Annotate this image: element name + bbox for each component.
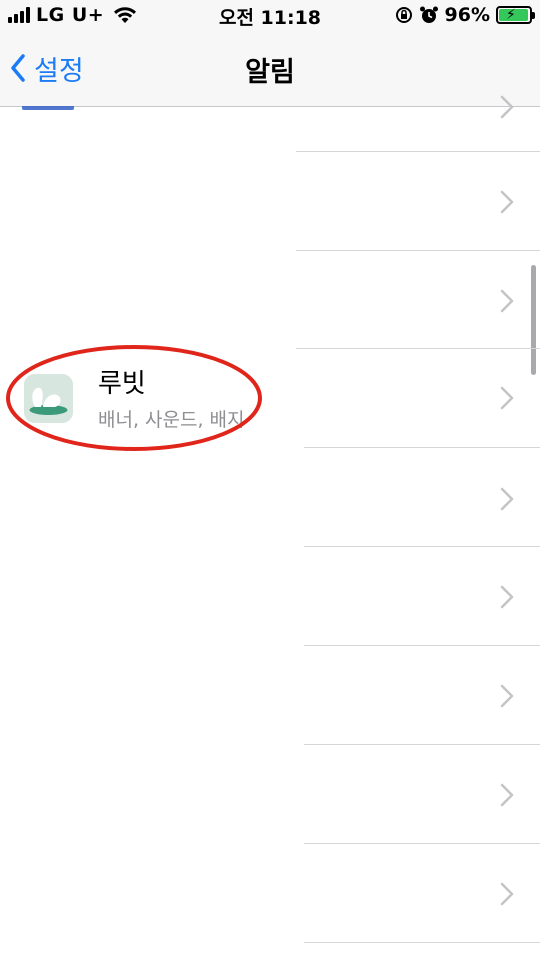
chevron-right-icon <box>500 190 514 214</box>
row-separator <box>296 151 540 152</box>
chevron-right-icon <box>500 95 514 119</box>
chevron-right-icon <box>500 487 514 511</box>
list-row[interactable] <box>0 549 540 645</box>
alarm-clock-icon <box>419 6 438 23</box>
list-row[interactable] <box>0 451 540 547</box>
row-separator <box>304 843 540 844</box>
charging-bolt-icon: ⚡ <box>506 7 516 23</box>
list-row[interactable] <box>0 154 540 250</box>
battery-percentage: 96% <box>444 4 490 26</box>
app-name: 루빗 <box>98 369 146 399</box>
status-bar: LG U+ 오전 11:18 96% ⚡ <box>0 0 540 30</box>
list-row[interactable] <box>0 846 540 942</box>
list-row[interactable] <box>0 648 540 744</box>
row-separator <box>304 447 540 448</box>
orientation-lock-icon <box>395 7 412 23</box>
list-row[interactable] <box>0 747 540 843</box>
chevron-right-icon <box>500 585 514 609</box>
app-row-rubit[interactable]: 루빗 배너, 사운드, 배지 <box>0 349 540 447</box>
chevron-right-icon <box>500 783 514 807</box>
battery-icon: ⚡ <box>496 6 535 24</box>
row-separator <box>304 942 540 943</box>
scroll-indicator[interactable] <box>531 265 536 375</box>
row-separator <box>296 250 540 251</box>
chevron-right-icon <box>500 684 514 708</box>
row-separator <box>304 546 540 547</box>
list-row[interactable] <box>0 253 540 349</box>
app-notification-types: 배너, 사운드, 배지 <box>98 409 245 431</box>
row-separator <box>296 348 540 349</box>
chevron-right-icon <box>500 386 514 410</box>
status-right: 96% ⚡ <box>395 3 535 27</box>
chevron-right-icon <box>500 289 514 313</box>
rubit-app-icon <box>24 374 73 423</box>
list-row[interactable] <box>0 59 540 155</box>
chevron-right-icon <box>500 882 514 906</box>
row-separator <box>304 645 540 646</box>
row-separator <box>304 744 540 745</box>
